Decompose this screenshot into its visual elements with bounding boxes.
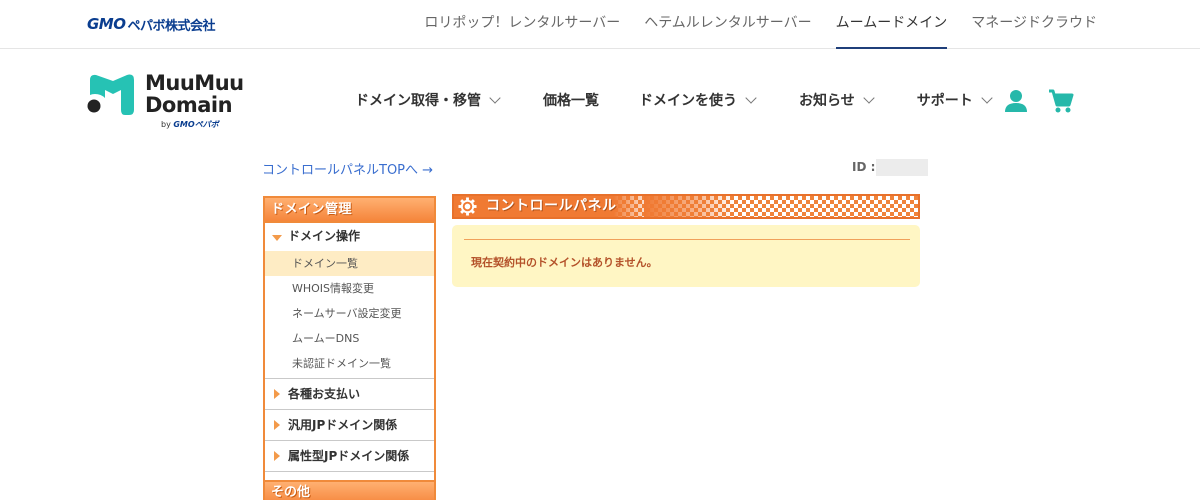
sidebar-item-whois-change[interactable]: WHOIS情報変更 [265, 276, 434, 301]
service-links: ロリポップ！レンタルサーバー ヘテムルレンタルサーバー ムームードメイン マネー… [400, 0, 1097, 49]
logo-by: by [161, 120, 171, 129]
nav-label: 価格一覧 [543, 93, 599, 109]
nav-label: お知らせ [799, 93, 855, 109]
triangle-right-icon [274, 420, 280, 430]
user-id-value-masked [876, 159, 928, 176]
sidebar-item-muumuu-dns[interactable]: ムームーDNS [265, 326, 434, 351]
domain-sidebar: ドメイン管理 ドメイン操作 ドメイン一覧 WHOIS情報変更 ネームサーバ設定変… [263, 196, 436, 500]
logo-line-1: MuuMuu [145, 71, 244, 95]
user-id-label: ID : [852, 160, 876, 174]
muumuu-domain-logo[interactable]: MuuMuu Domain by GMOペパボ [87, 72, 257, 134]
nav-domain-acquire[interactable]: ドメイン取得・移管 [355, 90, 501, 110]
panel-header-fade [644, 196, 734, 217]
nav-use-domain[interactable]: ドメインを使う [639, 90, 757, 110]
sidebar-section-label: 各種お支払い [288, 387, 361, 401]
site-link-muumuu-domain[interactable]: ムームードメイン [835, 0, 947, 49]
cart-icon[interactable] [1048, 88, 1074, 114]
muumuu-logo-mark [87, 74, 134, 115]
chevron-down-icon [981, 91, 993, 104]
no-domains-message: 現在契約中のドメインはありません。 [471, 256, 658, 269]
nav-support[interactable]: サポート [916, 90, 993, 110]
sidebar-section-general-jp[interactable]: 汎用JPドメイン関係 [265, 410, 434, 441]
sidebar-heading-domain-management: ドメイン管理 [265, 198, 434, 223]
site-header: MuuMuu Domain by GMOペパボ ドメイン取得・移管 価格一覧 ド… [0, 50, 1200, 150]
logo-line-2: Domain [145, 93, 233, 117]
company-name: ペパボ株式会社 [127, 18, 216, 34]
sidebar-item-nameserver-change[interactable]: ネームサーバ設定変更 [265, 301, 434, 326]
gmo-logo-text: GMO [87, 15, 126, 33]
domain-operations-list: ドメイン一覧 WHOIS情報変更 ネームサーバ設定変更 ムームーDNS 未認証ド… [265, 251, 434, 379]
sidebar-item-domain-list[interactable]: ドメイン一覧 [265, 251, 434, 276]
sidebar-section-label: 属性型JPドメイン関係 [288, 449, 410, 463]
gear-icon [458, 197, 477, 216]
global-nav: ドメイン取得・移管 価格一覧 ドメインを使う お知らせ サポート [355, 50, 1035, 150]
sidebar-section-payments[interactable]: 各種お支払い [265, 379, 434, 410]
chevron-down-icon [745, 91, 757, 104]
sidebar-heading-other: その他 [265, 480, 434, 500]
site-link-heteml[interactable]: ヘテムルレンタルサーバー [644, 0, 811, 49]
control-panel-header: コントロールパネル [452, 194, 920, 219]
nav-label: サポート [916, 93, 973, 109]
sidebar-section-attribute-jp[interactable]: 属性型JPドメイン関係 [265, 441, 434, 472]
sidebar-section-domain-operations[interactable]: ドメイン操作 [265, 223, 434, 251]
notice-divider [464, 239, 910, 240]
sidebar-item-unverified-domains[interactable]: 未認証ドメイン一覧 [265, 351, 434, 376]
nav-price-list[interactable]: 価格一覧 [543, 90, 599, 110]
triangle-down-icon [272, 235, 282, 241]
nav-label: ドメインを使う [639, 93, 737, 109]
triangle-right-icon [274, 389, 280, 399]
nav-news[interactable]: お知らせ [799, 90, 875, 110]
gmo-top-bar: GMO ペパボ株式会社 ロリポップ！レンタルサーバー ヘテムルレンタルサーバー … [0, 0, 1200, 49]
triangle-right-icon [274, 451, 280, 461]
chevron-down-icon [489, 91, 501, 104]
control-panel-top-link[interactable]: コントロールパネルTOPへ → [262, 159, 433, 178]
logo-by-brand: GMOペパボ [173, 120, 219, 129]
logo-by-pepabo: by GMOペパボ [161, 119, 219, 130]
notice-box: 現在契約中のドメインはありません。 [452, 225, 920, 287]
site-link-managed-cloud[interactable]: マネージドクラウド [971, 0, 1097, 49]
chevron-down-icon [863, 91, 875, 104]
sidebar-section-label: 汎用JPドメイン関係 [288, 418, 398, 432]
muumuu-logo-text: MuuMuu Domain [145, 72, 244, 116]
sidebar-section-label: ドメイン操作 [288, 229, 361, 243]
site-link-lolipop[interactable]: ロリポップ！レンタルサーバー [424, 0, 620, 49]
panel-title: コントロールパネル [486, 198, 617, 214]
gmo-pepabo-logo[interactable]: GMO ペパボ株式会社 [87, 14, 216, 34]
nav-label: ドメイン取得・移管 [355, 93, 481, 109]
user-icon[interactable] [1003, 88, 1029, 114]
